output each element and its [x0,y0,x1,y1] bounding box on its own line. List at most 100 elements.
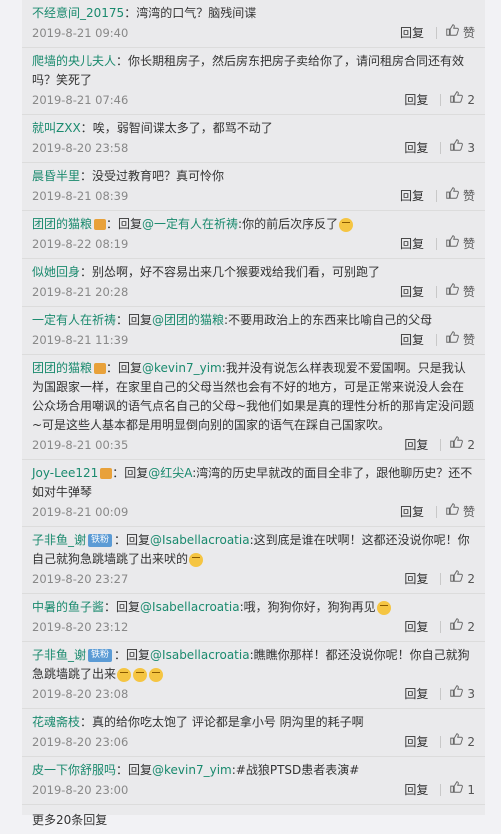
reply-button[interactable]: 回复 [404,617,428,637]
comment-username[interactable]: Joy-Lee121 [32,466,98,480]
comment-username[interactable]: 就叫ZXX [32,121,81,135]
thumbs-up-icon [445,23,463,43]
more-replies-link[interactable]: 更多20条回复 [22,805,485,834]
comment-item: 团团的猫粮 ：回复@kevin7_yim:我并没有说怎么样表现爱不爱国啊。只是我认… [22,355,485,460]
thumbs-up-icon [449,617,467,637]
reply-button[interactable]: 回复 [400,234,424,254]
thumbs-up-icon [449,569,467,589]
comment-item: Joy-Lee121 ：回复@红尖A:湾湾的历史早就改的面目全非了，跟他聊历史？还… [22,460,485,527]
member-crown-icon [94,363,107,374]
reply-prefix: ：回复 [114,648,151,662]
action-divider [440,573,442,585]
comment-timestamp: 2019-8-21 07:46 [32,93,129,107]
like-button[interactable]: 赞 [445,330,475,350]
comment-body: :你的前后次序反了 [238,217,339,231]
like-button[interactable]: 1 [449,780,475,800]
comment-username[interactable]: 子非鱼_谢 [32,648,86,662]
like-button[interactable]: 2 [449,90,475,110]
like-button[interactable]: 3 [449,138,475,158]
action-divider [435,238,437,250]
reply-button[interactable]: 回复 [400,186,424,206]
thumbs-up-icon [449,732,467,752]
comment-actions: 回复 3 [404,684,475,704]
comment-username[interactable]: 团团的猫粮 [32,217,92,231]
comment-body: :不要用政治上的东西来比喻自己的父母 [224,313,433,327]
comment-meta: 2019-8-21 00:09 回复 赞 [32,502,475,522]
comment-text: Joy-Lee121 ：回复@红尖A:湾湾的历史早就改的面目全非了，跟他聊历史？还… [32,464,475,502]
like-button[interactable]: 赞 [445,23,475,43]
like-button[interactable]: 赞 [445,234,475,254]
thumbs-up-icon [445,186,463,206]
comment-actions: 回复 赞 [400,186,475,206]
comment-username[interactable]: 一定有人在祈祷 [32,313,116,327]
emoji-icon [117,667,132,682]
mention-link[interactable]: @Isabellacroatia [150,533,250,547]
like-count: 赞 [462,285,475,299]
like-button[interactable]: 2 [449,617,475,637]
comment-timestamp: 2019-8-20 23:06 [32,735,129,749]
like-button[interactable]: 2 [449,732,475,752]
comment-username[interactable]: 爬墙的央儿夫人 [32,54,116,68]
comment-text: 似她回身：别怂啊，好不容易出来几个猴要戏给我们看，可别跑了 [32,263,475,282]
comment-body: 真的给你吃太饱了 评论都是拿小号 阴沟里的耗子啊 [92,715,364,729]
mention-link[interactable]: @Isabellacroatia [140,600,240,614]
mention-link[interactable]: @一定有人在祈祷 [142,217,238,231]
comment-item: 花魂斋枝：真的给你吃太饱了 评论都是拿小号 阴沟里的耗子啊 2019-8-20 2… [22,709,485,757]
emoji-icon [133,667,148,682]
comment-username[interactable]: 中暑的鱼子酱 [32,600,104,614]
reply-button[interactable]: 回复 [404,435,428,455]
like-button[interactable]: 2 [449,435,475,455]
reply-button[interactable]: 回复 [404,780,428,800]
mention-link[interactable]: @kevin7_yim [142,361,222,375]
emoji-icon [149,667,164,682]
action-divider [440,94,442,106]
reply-button[interactable]: 回复 [400,330,424,350]
like-button[interactable]: 3 [449,684,475,704]
reply-button[interactable]: 回复 [404,684,428,704]
thumbs-up-icon [449,138,467,158]
like-button[interactable]: 赞 [445,282,475,302]
comment-text: 子非鱼_谢 铁粉 ：回复@Isabellacroatia:瞧瞧你那样！都还没说你呢！… [32,646,475,684]
reply-button[interactable]: 回复 [404,90,428,110]
mention-link[interactable]: @团团的猫粮 [152,313,224,327]
reply-prefix: ： [124,6,137,20]
comment-text: 团团的猫粮 ：回复@kevin7_yim:我并没有说怎么样表现爱不爱国啊。只是我认… [32,359,475,435]
reply-button[interactable]: 回复 [404,569,428,589]
like-count: 2 [467,438,475,452]
like-count: 赞 [462,333,475,347]
comment-username[interactable]: 皮一下你舒服吗 [32,763,116,777]
like-button[interactable]: 2 [449,569,475,589]
like-count: 赞 [462,26,475,40]
mention-link[interactable]: @Isabellacroatia [150,648,250,662]
mention-link[interactable]: @红尖A [148,466,192,480]
comment-item: 一定有人在祈祷：回复@团团的猫粮:不要用政治上的东西来比喻自己的父母 2019-8… [22,307,485,355]
comment-item: 爬墙的央儿夫人：你长期租房子，然后房东把房子卖给你了，请问租房合同还有效吗？笑死… [22,48,485,115]
comment-username[interactable]: 花魂斋枝 [32,715,80,729]
reply-button[interactable]: 回复 [404,732,428,752]
emoji-icon [376,600,391,615]
comment-item: 中暑的鱼子酱：回复@Isabellacroatia:哦，狗狗你好，狗狗再见 201… [22,594,485,642]
like-count: 2 [467,572,475,586]
reply-button[interactable]: 回复 [400,282,424,302]
emoji-icon [189,552,204,567]
like-button[interactable]: 赞 [445,186,475,206]
comment-username[interactable]: 团团的猫粮 [32,361,92,375]
comment-text: 中暑的鱼子酱：回复@Isabellacroatia:哦，狗狗你好，狗狗再见 [32,598,475,617]
comment-body: :哦，狗狗你好，狗狗再见 [239,600,376,614]
reply-button[interactable]: 回复 [400,502,424,522]
reply-button[interactable]: 回复 [400,23,424,43]
comment-username[interactable]: 晨昏半里 [32,169,80,183]
mention-link[interactable]: @kevin7_yim [152,763,232,777]
like-button[interactable]: 赞 [445,502,475,522]
comment-meta: 2019-8-20 23:27 回复 2 [32,569,475,589]
action-divider [435,286,437,298]
comment-username[interactable]: 子非鱼_谢 [32,533,86,547]
comment-username[interactable]: 不经意间_20175 [32,6,124,20]
comment-item: 皮一下你舒服吗：回复@kevin7_yim:#战狼PTSD患者表演# 2019-8… [22,757,485,805]
reply-prefix: ： [80,169,93,183]
comment-timestamp: 2019-8-21 11:39 [32,333,129,347]
action-divider [440,621,442,633]
comment-username[interactable]: 似她回身 [32,265,80,279]
action-divider [440,439,442,451]
reply-button[interactable]: 回复 [404,138,428,158]
